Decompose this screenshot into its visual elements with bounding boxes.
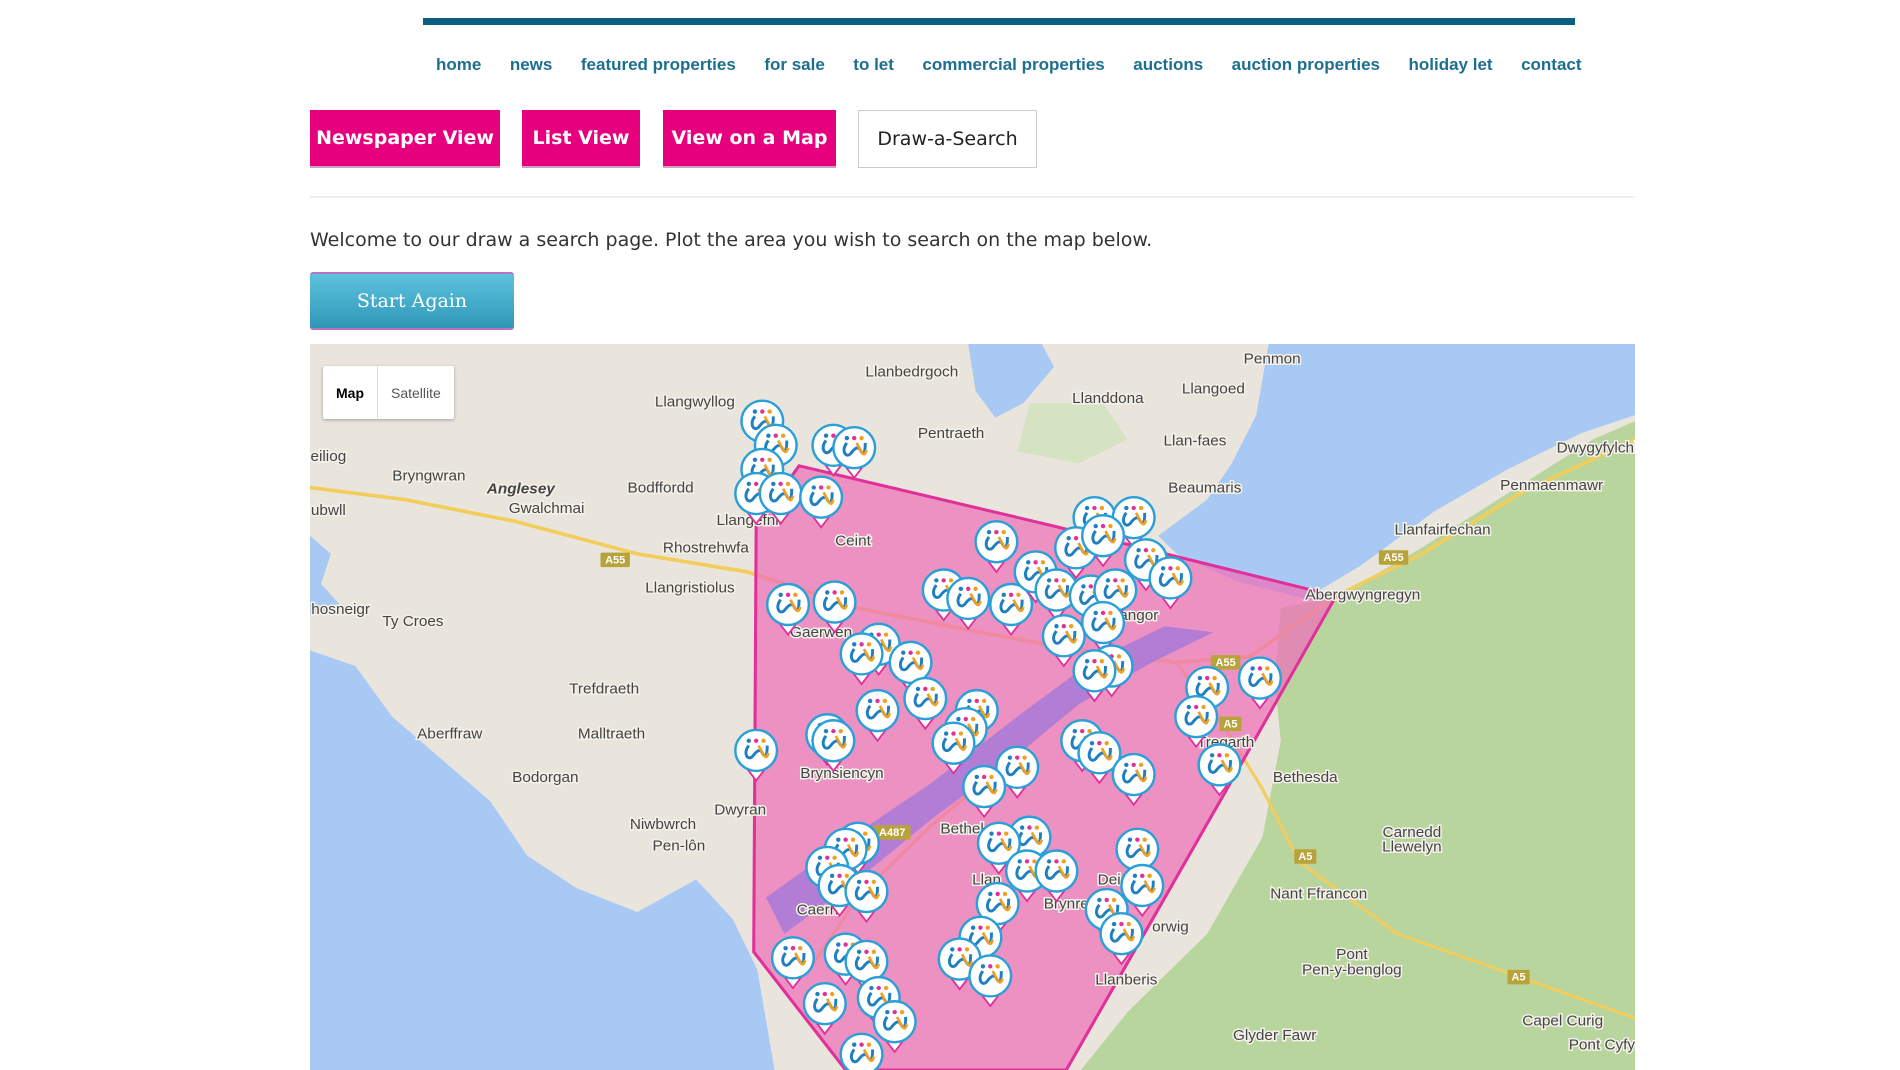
nav-holiday-let[interactable]: holiday let xyxy=(1408,55,1492,75)
road-shield: A55 xyxy=(1210,655,1241,670)
road-shield-label: A5 xyxy=(1298,851,1312,863)
list-view-button[interactable]: List View xyxy=(522,110,640,168)
road-shield: A55 xyxy=(600,552,630,568)
place-label: Ceint xyxy=(835,533,872,550)
place-label: Bryngwran xyxy=(392,467,465,484)
place-label: Niwbwrch xyxy=(630,816,696,833)
property-marker[interactable] xyxy=(839,1032,884,1070)
place-label: Llangoed xyxy=(1182,381,1245,398)
place-label: ubwll xyxy=(311,502,346,519)
road-shield-label: A5 xyxy=(1223,719,1237,731)
place-label: Pont Cyfy xyxy=(1569,1037,1635,1054)
road-shield: A487 xyxy=(873,825,911,840)
place-label: Llanddona xyxy=(1072,390,1144,407)
road-shield: A5 xyxy=(1507,969,1530,985)
nav-contact[interactable]: contact xyxy=(1521,55,1581,75)
place-label: Bodffordd xyxy=(627,479,693,496)
place-label: Malltraeth xyxy=(578,725,645,742)
place-label: Rhostrehwfa xyxy=(663,540,750,557)
place-label: eiliog xyxy=(311,448,347,465)
divider xyxy=(310,196,1635,198)
place-label: Abergwyngregyn xyxy=(1305,587,1420,604)
place-label: Bethel xyxy=(940,821,983,838)
newspaper-view-button[interactable]: Newspaper View xyxy=(310,110,500,168)
place-label: Dwygyfylchi xyxy=(1557,440,1635,457)
place-label: Llangwyllog xyxy=(655,394,735,411)
road-shield-label: A55 xyxy=(1215,657,1235,669)
place-label: Llanfairfechan xyxy=(1394,522,1490,539)
place-label: Bethesda xyxy=(1273,769,1338,786)
nav-for-sale[interactable]: for sale xyxy=(764,55,824,75)
place-label: Llangristiolus xyxy=(645,580,735,597)
place-label: Dei xyxy=(1098,871,1121,888)
nav-featured-properties[interactable]: featured properties xyxy=(581,55,736,75)
nav-news[interactable]: news xyxy=(510,55,553,75)
road-shield: A5 xyxy=(1219,716,1242,732)
map-type-map[interactable]: Map xyxy=(323,366,378,419)
map-type-control: Map Satellite xyxy=(323,366,454,419)
place-label: Ty Croes xyxy=(382,613,444,630)
place-label: Pen-y-benglog xyxy=(1302,962,1402,979)
map-canvas[interactable]: Llanbedrgoch Penmon Llangwyllog Llanddona Ll… xyxy=(310,344,1635,1070)
place-label: Glyder Fawr xyxy=(1233,1027,1316,1044)
place-label: Nant Ffrancon xyxy=(1270,886,1367,903)
place-label: Penmon xyxy=(1244,350,1301,367)
road-shield-label: A55 xyxy=(605,555,625,567)
place-label: Penmaenmawr xyxy=(1500,477,1603,494)
road-shield-label: A55 xyxy=(1383,552,1403,564)
welcome-text: Welcome to our draw a search page. Plot … xyxy=(310,229,1153,251)
main-nav: home news featured properties for sale t… xyxy=(436,55,1610,75)
place-label: Llangefni xyxy=(717,512,779,529)
place-label: Aberffraw xyxy=(417,725,482,742)
place-label: Llanberis xyxy=(1095,971,1158,988)
nav-commercial-properties[interactable]: commercial properties xyxy=(922,55,1104,75)
road-shield: A55 xyxy=(1378,550,1409,565)
nav-to-let[interactable]: to let xyxy=(853,55,894,75)
start-again-button[interactable]: Start Again xyxy=(310,272,514,330)
place-label: Brynre xyxy=(1044,896,1089,913)
place-label: Brynsiencyn xyxy=(800,765,883,782)
place-label: Llewelyn xyxy=(1382,839,1442,856)
place-label: Gwalchmai xyxy=(509,500,585,517)
nav-auction-properties[interactable]: auction properties xyxy=(1232,55,1380,75)
view-on-map-button[interactable]: View on a Map xyxy=(663,110,836,168)
place-label: Pont xyxy=(1336,946,1368,963)
place-label: Capel Curig xyxy=(1522,1012,1603,1029)
nav-auctions[interactable]: auctions xyxy=(1133,55,1203,75)
place-label: Llanbedrgoch xyxy=(865,364,958,381)
nav-home[interactable]: home xyxy=(436,55,481,75)
place-label: Gaerwen xyxy=(790,624,852,641)
place-label: Beaumaris xyxy=(1168,479,1242,496)
place-label: Bodorgan xyxy=(512,769,578,786)
place-label: Dwyran xyxy=(714,801,766,818)
road-shield-label: A5 xyxy=(1512,972,1526,984)
place-label: Trefdraeth xyxy=(569,681,639,698)
place-label: orwig xyxy=(1152,918,1189,935)
place-label: Pentraeth xyxy=(918,425,984,442)
draw-a-search-button[interactable]: Draw-a-Search xyxy=(858,110,1037,168)
map-type-satellite[interactable]: Satellite xyxy=(378,366,454,419)
search-map[interactable]: Llanbedrgoch Penmon Llangwyllog Llanddona Ll… xyxy=(310,344,1635,1070)
place-label: Pen-lôn xyxy=(653,838,706,855)
road-shield-label: A487 xyxy=(879,827,905,839)
place-label: Llan-faes xyxy=(1163,432,1226,449)
road-shield: A5 xyxy=(1294,849,1317,864)
place-label: hosneigr xyxy=(311,601,370,618)
header-bar xyxy=(423,18,1575,25)
place-label: Anglesey xyxy=(486,481,557,498)
